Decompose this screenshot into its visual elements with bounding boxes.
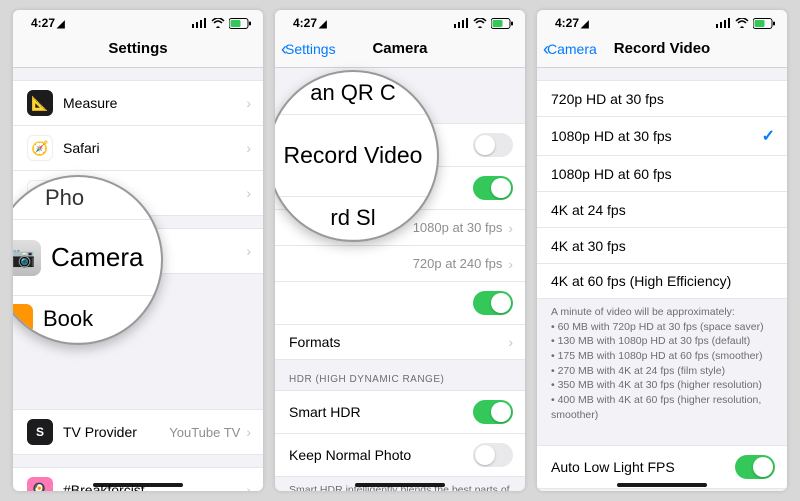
settings-screen: 4:27◢ Settings 📐 Measure › 🧭 Safari › N … [13,10,263,491]
row-record-video-magnified[interactable]: Record Video [275,115,437,197]
chevron-right-icon: › [246,424,251,440]
home-indicator [355,483,445,487]
chevron-right-icon: › [246,185,251,201]
tv-provider-icon: S [27,419,53,445]
toggle-switch[interactable] [473,291,513,315]
record-video-screen: 4:27◢ ‹Camera Record Video 720p HD at 30… [537,10,787,491]
section-footer: Automatically reduce the frame rate from… [537,489,787,492]
section-header: HDR (HIGH DYNAMIC RANGE) [275,360,525,390]
approx-line: 60 MB with 720p HD at 30 fps (space save… [551,320,773,335]
checkmark-icon: ✓ [762,126,775,146]
app-icon: 🍳 [27,477,53,491]
camera-icon: 📷 [13,240,41,276]
option-label: 4K at 30 fps [551,238,775,254]
back-button[interactable]: ‹Camera [543,40,597,58]
video-resolution-option[interactable]: 1080p HD at 30 fps✓ [537,116,787,155]
settings-row-tv-provider[interactable]: S TV Provider YouTube TV › [13,409,263,455]
nav-bar: Settings [13,32,263,68]
page-title: Record Video [614,40,710,57]
page-title: Camera [372,40,427,57]
location-arrow-icon: ◢ [319,19,327,30]
approx-line: 130 MB with 1080p HD at 30 fps (default) [551,334,773,349]
option-label: 4K at 60 fps (High Efficiency) [551,273,775,289]
row-record-slomo[interactable]: . 720p at 240 fps › [275,245,525,281]
settings-row-safari[interactable]: 🧭 Safari › [13,125,263,170]
approx-line: 175 MB with 1080p HD at 60 fps (smoother… [551,349,773,364]
settings-row-camera[interactable]: 📷 Camera [13,220,161,296]
chevron-right-icon: › [246,482,251,491]
page-title: Settings [108,40,167,57]
nav-bar: ‹Settings Camera [275,32,525,68]
row-keep-normal-photo[interactable]: Keep Normal Photo [275,433,525,477]
cellular-icon [192,18,207,28]
location-arrow-icon: ◢ [581,19,589,30]
home-indicator [93,483,183,487]
location-arrow-icon: ◢ [57,19,65,30]
video-resolution-option[interactable]: 720p HD at 30 fps [537,80,787,116]
approx-line: 400 MB with 4K at 60 fps (higher resolut… [551,393,773,422]
toggle-switch[interactable] [735,455,775,479]
nav-bar: ‹Camera Record Video [537,32,787,68]
chevron-right-icon: › [246,95,251,111]
row-auto-low-light-fps[interactable]: Auto Low Light FPS [537,445,787,489]
battery-icon [229,18,251,29]
video-resolution-option[interactable]: 4K at 30 fps [537,227,787,263]
settings-row-measure[interactable]: 📐 Measure › [13,80,263,125]
toggle-switch[interactable] [473,443,513,467]
option-label: 4K at 24 fps [551,202,775,218]
row-stereo-toggle-hidden[interactable] [275,281,525,324]
status-bar: 4:27◢ [537,10,787,32]
wifi-icon [735,18,749,28]
video-resolution-option[interactable]: 4K at 24 fps [537,191,787,227]
option-label: 1080p HD at 30 fps [551,128,762,144]
option-label: 720p HD at 30 fps [551,91,775,107]
cellular-icon [454,18,469,28]
row-smart-hdr[interactable]: Smart HDR [275,390,525,433]
cellular-icon [716,18,731,28]
chevron-right-icon: › [508,220,513,236]
settings-row-breakforcist[interactable]: 🍳 #Breakforcist › [13,467,263,491]
chevron-right-icon: › [508,334,513,350]
status-bar: 4:27◢ [275,10,525,32]
magnifier-overlay: an QR C Record Video rd Sl [275,70,439,242]
video-resolution-option[interactable]: 4K at 60 fps (High Efficiency) [537,263,787,299]
safari-icon: 🧭 [27,135,53,161]
toggle-switch[interactable] [473,400,513,424]
camera-settings-screen: 4:27◢ ‹Settings Camera Record Video 1080… [275,10,525,491]
toggle-switch[interactable] [473,176,513,200]
toggle-switch[interactable] [473,133,513,157]
approx-line: 270 MB with 4K at 24 fps (film style) [551,364,773,379]
chevron-right-icon: › [246,243,251,259]
status-bar: 4:27◢ [13,10,263,32]
measure-icon: 📐 [27,90,53,116]
row-formats[interactable]: Formats › [275,324,525,360]
chevron-right-icon: › [246,140,251,156]
wifi-icon [473,18,487,28]
battery-icon [491,18,513,29]
wifi-icon [211,18,225,28]
battery-icon [753,18,775,29]
back-button[interactable]: ‹Settings [281,40,336,58]
option-label: 1080p HD at 60 fps [551,166,775,182]
home-indicator [617,483,707,487]
section-footer: A minute of video will be approximately:… [537,299,787,433]
chevron-right-icon: › [508,256,513,272]
approx-line: 350 MB with 4K at 30 fps (higher resolut… [551,378,773,393]
video-resolution-option[interactable]: 1080p HD at 60 fps [537,155,787,191]
